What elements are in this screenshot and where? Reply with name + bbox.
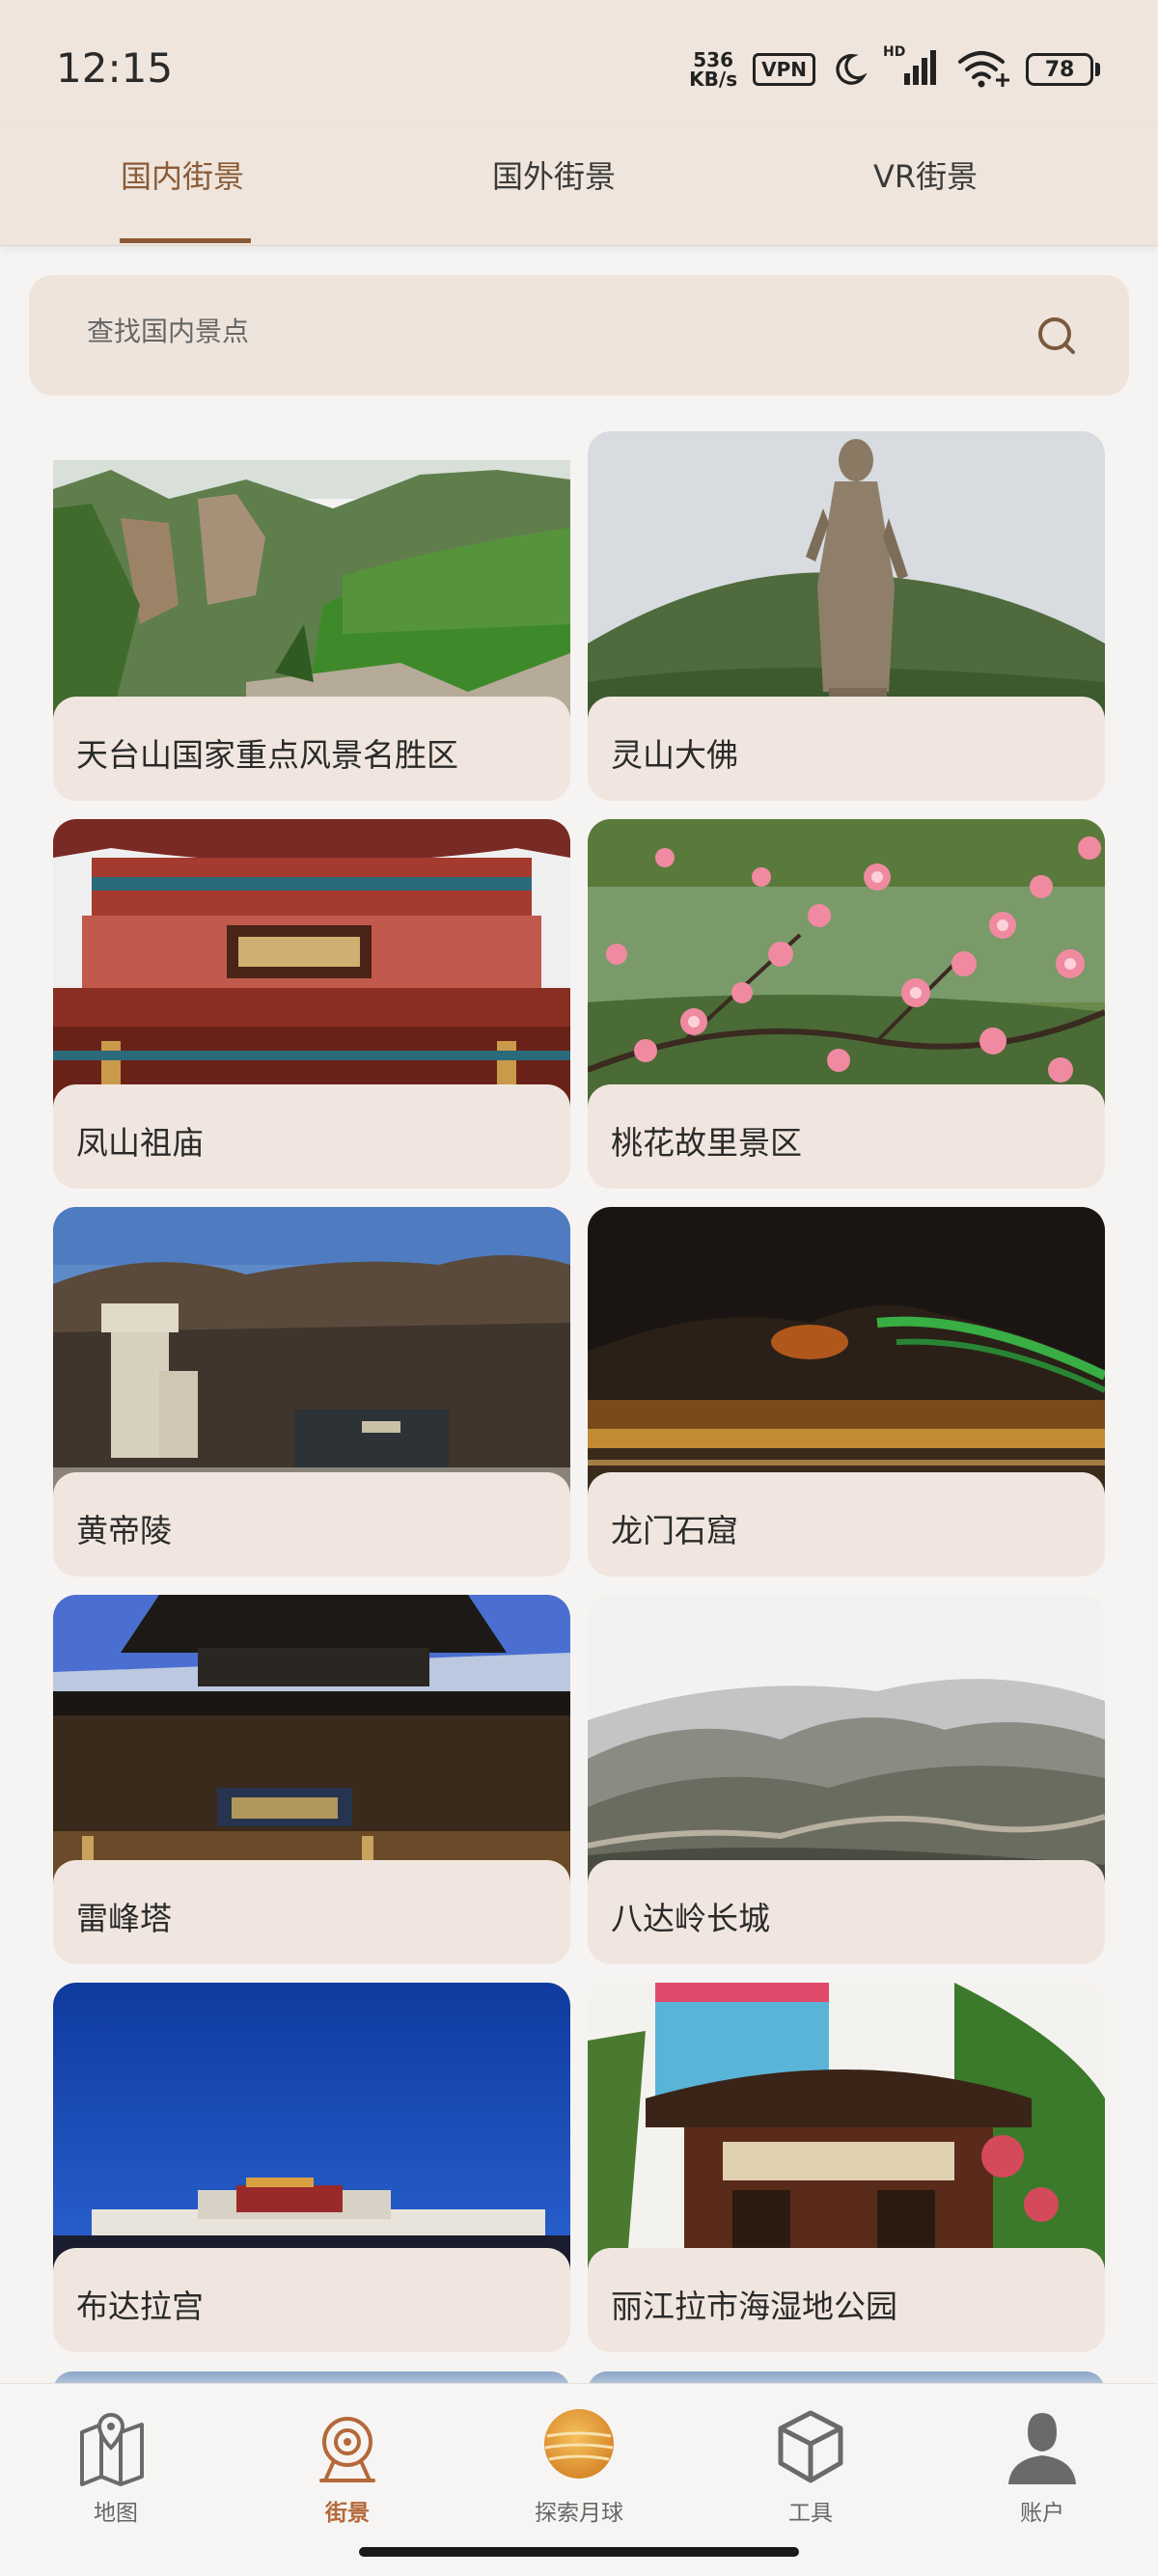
tab-overseas[interactable]: 国外街景 xyxy=(492,152,616,197)
network-speed: 536 KB/s xyxy=(689,50,737,89)
nav-item-tools[interactable]: 工具 xyxy=(733,2403,888,2527)
place-card[interactable]: 灵山大佛 xyxy=(588,431,1105,801)
place-photo xyxy=(588,431,1105,721)
place-card[interactable]: 黄帝陵 xyxy=(53,1207,570,1576)
street-view-icon xyxy=(319,2417,375,2482)
place-name: 桃花故里景区 xyxy=(588,1084,1105,1189)
battery-icon: 78 xyxy=(1026,53,1100,86)
nav-item-explore-moon[interactable]: 探索月球 xyxy=(502,2403,656,2527)
place-photo xyxy=(588,1207,1105,1496)
place-photo xyxy=(53,1207,570,1496)
street-view-tabs: 国内街景 国外街景 VR街景 xyxy=(0,125,1158,246)
battery-level: 78 xyxy=(1026,53,1093,86)
account-icon xyxy=(1008,2413,1076,2484)
place-name: 雷峰塔 xyxy=(53,1860,570,1964)
place-name: 龙门石窟 xyxy=(588,1472,1105,1576)
search-bar xyxy=(29,275,1129,396)
search-icon[interactable] xyxy=(1034,314,1081,360)
place-card[interactable]: 布达拉宫 xyxy=(53,1983,570,2352)
cellular-signal-icon: HD xyxy=(883,44,941,91)
nav-item-account[interactable]: 账户 xyxy=(965,2403,1119,2527)
place-name: 丽江拉市海湿地公园 xyxy=(588,2248,1105,2352)
cube-tools-icon xyxy=(778,2410,843,2483)
place-card[interactable]: 雷峰塔 xyxy=(53,1595,570,1964)
nav-label-map: 地图 xyxy=(94,2501,138,2526)
place-card[interactable]: 丽江拉市海湿地公园 xyxy=(588,1983,1105,2352)
place-name: 天台山国家重点风景名胜区 xyxy=(53,697,570,801)
moon-globe-icon xyxy=(544,2409,614,2479)
place-card[interactable]: 桃花故里景区 xyxy=(588,819,1105,1189)
nav-item-street-view[interactable]: 街景 xyxy=(270,2403,425,2527)
signal-hd-label: HD xyxy=(883,44,906,60)
nav-label-tools: 工具 xyxy=(788,2501,833,2526)
place-photo xyxy=(588,819,1105,1109)
wifi-icon xyxy=(958,51,1009,88)
network-speed-unit: KB/s xyxy=(689,68,738,91)
place-card[interactable]: 八达岭长城 xyxy=(588,1595,1105,1964)
place-name: 凤山祖庙 xyxy=(53,1084,570,1189)
vpn-icon: VPN xyxy=(753,53,815,86)
place-photo xyxy=(53,819,570,1109)
place-photo xyxy=(588,1595,1105,1884)
do-not-disturb-moon-icon xyxy=(836,54,868,85)
home-indicator[interactable] xyxy=(359,2547,799,2557)
place-photo xyxy=(53,1983,570,2272)
nav-label-account: 账户 xyxy=(1020,2501,1064,2526)
place-name: 黄帝陵 xyxy=(53,1472,570,1576)
active-tab-indicator xyxy=(120,238,251,243)
map-icon xyxy=(80,2412,144,2486)
network-speed-value: 536 xyxy=(693,48,734,71)
place-card[interactable]: 天台山国家重点风景名胜区 xyxy=(53,431,570,801)
status-time: 12:15 xyxy=(56,44,174,92)
place-card[interactable]: 凤山祖庙 xyxy=(53,819,570,1189)
search-input[interactable] xyxy=(87,315,955,347)
place-name: 布达拉宫 xyxy=(53,2248,570,2352)
place-name: 灵山大佛 xyxy=(588,697,1105,801)
status-icons: 536 KB/s VPN HD 78 xyxy=(689,44,1100,95)
place-photo xyxy=(53,431,570,721)
place-photo xyxy=(588,1983,1105,2272)
nav-item-map[interactable]: 地图 xyxy=(39,2403,193,2527)
place-photo xyxy=(53,1595,570,1884)
tab-vr[interactable]: VR街景 xyxy=(873,152,978,197)
status-bar: 12:15 536 KB/s VPN HD 78 xyxy=(0,0,1158,125)
nav-label-street-view: 街景 xyxy=(325,2501,370,2526)
place-name: 八达岭长城 xyxy=(588,1860,1105,1964)
place-card[interactable]: 龙门石窟 xyxy=(588,1207,1105,1576)
tab-domestic[interactable]: 国内街景 xyxy=(121,152,244,197)
nav-label-explore-moon: 探索月球 xyxy=(535,2501,623,2526)
